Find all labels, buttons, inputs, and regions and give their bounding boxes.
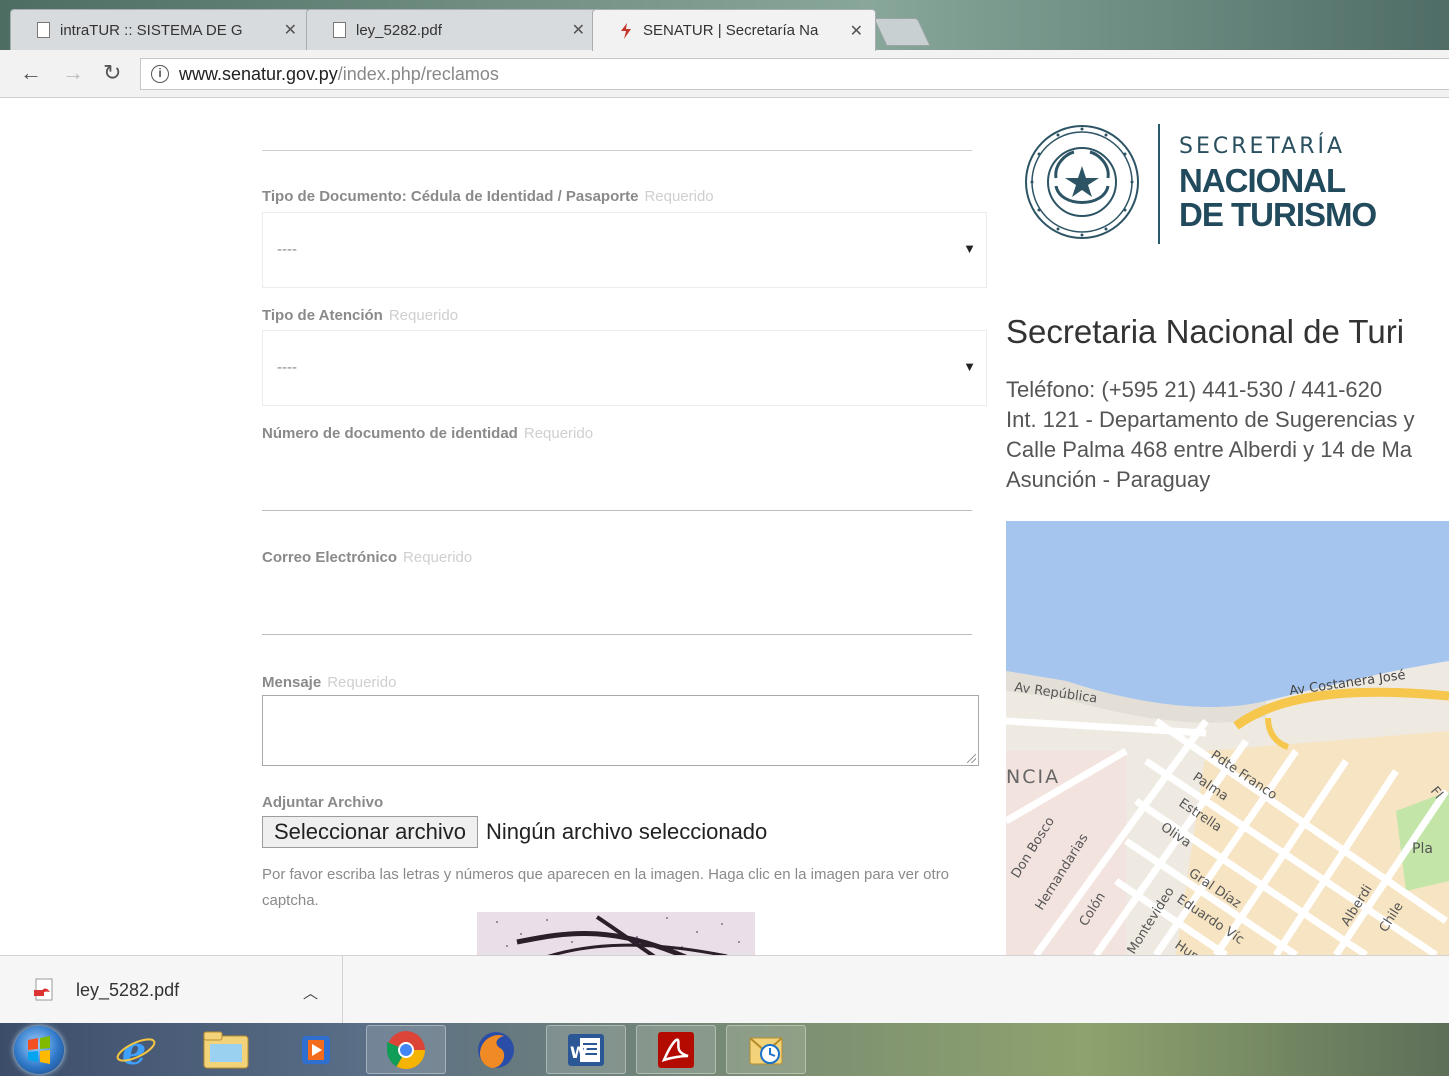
close-icon[interactable]: ✕ [850,21,863,41]
senatur-logo[interactable]: SECRETARÍA NACIONAL DE TURISMO [1024,124,1384,246]
svg-text:e: e [122,1028,146,1072]
pdf-file-icon [34,978,53,1001]
field-divider [262,150,972,151]
tab-title: intraTUR :: SISTEMA DE G [60,21,243,39]
dropdown-caret-icon: ▼ [963,359,976,374]
captcha-instructions: Por favor escriba las letras y números q… [262,866,950,909]
web-page: Tipo de Documento: Cédula de Identidad /… [0,98,1449,955]
paraguay-seal-icon [1025,125,1139,239]
logo-line-3: DE TURISMO [1179,196,1377,233]
tab-intratur[interactable]: intraTUR :: SISTEMA DE G ✕ [10,9,310,50]
logo-divider [1158,124,1160,244]
internet-explorer-taskbar-button[interactable]: e [96,1025,176,1074]
file-status: Ningún archivo seleccionado [485,819,768,844]
reload-icon[interactable]: ↻ [103,60,121,86]
required-hint: Requerido [523,425,594,442]
map-label-pla: Pla [1412,841,1433,857]
url-host: www.senatur.gov.py [179,63,338,84]
tab-ley-pdf[interactable]: ley_5282.pdf ✕ [306,9,598,50]
outlook-taskbar-button[interactable] [726,1025,806,1074]
media-player-icon [302,1035,330,1064]
back-arrow-icon[interactable]: ← [20,60,42,86]
windows-taskbar: e W [0,1023,1449,1076]
page-icon [333,22,346,38]
chrome-icon [386,1030,426,1069]
windows-logo-icon [28,1036,50,1064]
tab-senatur[interactable]: SENATUR | Secretaría Na ✕ [592,9,876,51]
media-player-taskbar-button[interactable] [276,1025,356,1074]
folder-icon [203,1031,249,1068]
doc-type-select[interactable]: ---- ▼ [262,212,987,288]
logo-line-2: NACIONAL [1179,162,1346,199]
download-filename: ley_5282.pdf [76,979,180,1000]
organization-title: Secretaria Nacional de Turi [1006,313,1405,350]
new-tab-button[interactable] [873,18,931,46]
info-icon[interactable]: i [151,65,169,83]
tab-title: SENATUR | Secretaría Na [643,22,819,39]
download-item[interactable]: ley_5282.pdf ︿ [0,956,343,1024]
word-icon: W [568,1033,604,1066]
close-icon[interactable]: ✕ [284,20,297,40]
message-label: Mensaje Requerido [262,674,397,691]
close-icon[interactable]: ✕ [572,20,585,40]
resize-handle[interactable] [967,754,976,763]
internet-explorer-icon: e [116,1028,156,1072]
browser-tab-strip: intraTUR :: SISTEMA DE G ✕ ley_5282.pdf … [0,0,1449,51]
firefox-taskbar-button[interactable] [456,1025,536,1074]
contact-phone: Teléfono: (+595 21) 441-530 / 441-620 [1006,377,1383,402]
required-hint: Requerido [644,188,714,205]
dropdown-caret-icon: ▼ [963,241,976,256]
doc-number-label: Número de documento de identidad Requerid… [262,425,594,442]
email-input[interactable] [262,595,972,635]
contact-address: Calle Palma 468 entre Alberdi y 14 de Ma [1006,437,1413,462]
tab-title: ley_5282.pdf [356,21,442,39]
captcha-image[interactable] [477,912,755,955]
doc-type-value: ---- [277,241,297,258]
word-taskbar-button[interactable]: W [546,1025,626,1074]
downloads-bar: ley_5282.pdf ︿ [0,955,1449,1024]
svg-text:W: W [570,1043,588,1062]
file-chooser: Seleccionar archivo Ningún archivo selec… [262,816,767,848]
outlook-icon [749,1036,783,1064]
acrobat-icon [658,1031,694,1068]
start-button[interactable] [14,1026,64,1074]
browser-toolbar: ← → ↻ i www.senatur.gov.py/index.php/rec… [0,50,1449,98]
attention-type-value: ---- [277,359,297,376]
doc-type-label: Tipo de Documento: Cédula de Identidad /… [262,188,714,205]
file-explorer-taskbar-button[interactable] [186,1025,266,1074]
attention-type-select[interactable]: ---- ▼ [262,330,987,406]
senatur-favicon-icon [621,22,631,39]
forward-arrow-icon[interactable]: → [62,60,84,86]
acrobat-taskbar-button[interactable] [636,1025,716,1074]
email-label: Correo Electrónico Requerido [262,549,473,566]
required-hint: Requerido [403,549,473,566]
doc-number-input[interactable] [262,471,972,511]
required-hint: Requerido [327,674,397,691]
contact-city: Asunción - Paraguay [1006,467,1211,492]
required-hint: Requerido [388,307,459,324]
chrome-taskbar-button[interactable] [366,1025,446,1074]
location-map[interactable]: Av República Av Costanera José NCIA Pdte… [1006,521,1449,955]
url-path: /index.php/reclamos [337,63,499,84]
logo-line-1: SECRETARÍA [1179,134,1346,159]
attention-type-label: Tipo de Atención Requerido [262,307,459,324]
page-icon [37,22,50,38]
chevron-up-icon[interactable]: ︿ [303,982,318,1003]
contact-extension: Int. 121 - Departamento de Sugerencias y [1006,407,1415,432]
firefox-icon [478,1031,514,1068]
address-bar[interactable]: i www.senatur.gov.py/index.php/reclamos [140,58,1449,90]
message-textarea[interactable] [262,695,979,766]
select-file-button[interactable]: Seleccionar archivo [262,816,478,848]
map-label-district: NCIA [1006,766,1060,788]
attachment-label: Adjuntar Archivo [262,794,384,811]
